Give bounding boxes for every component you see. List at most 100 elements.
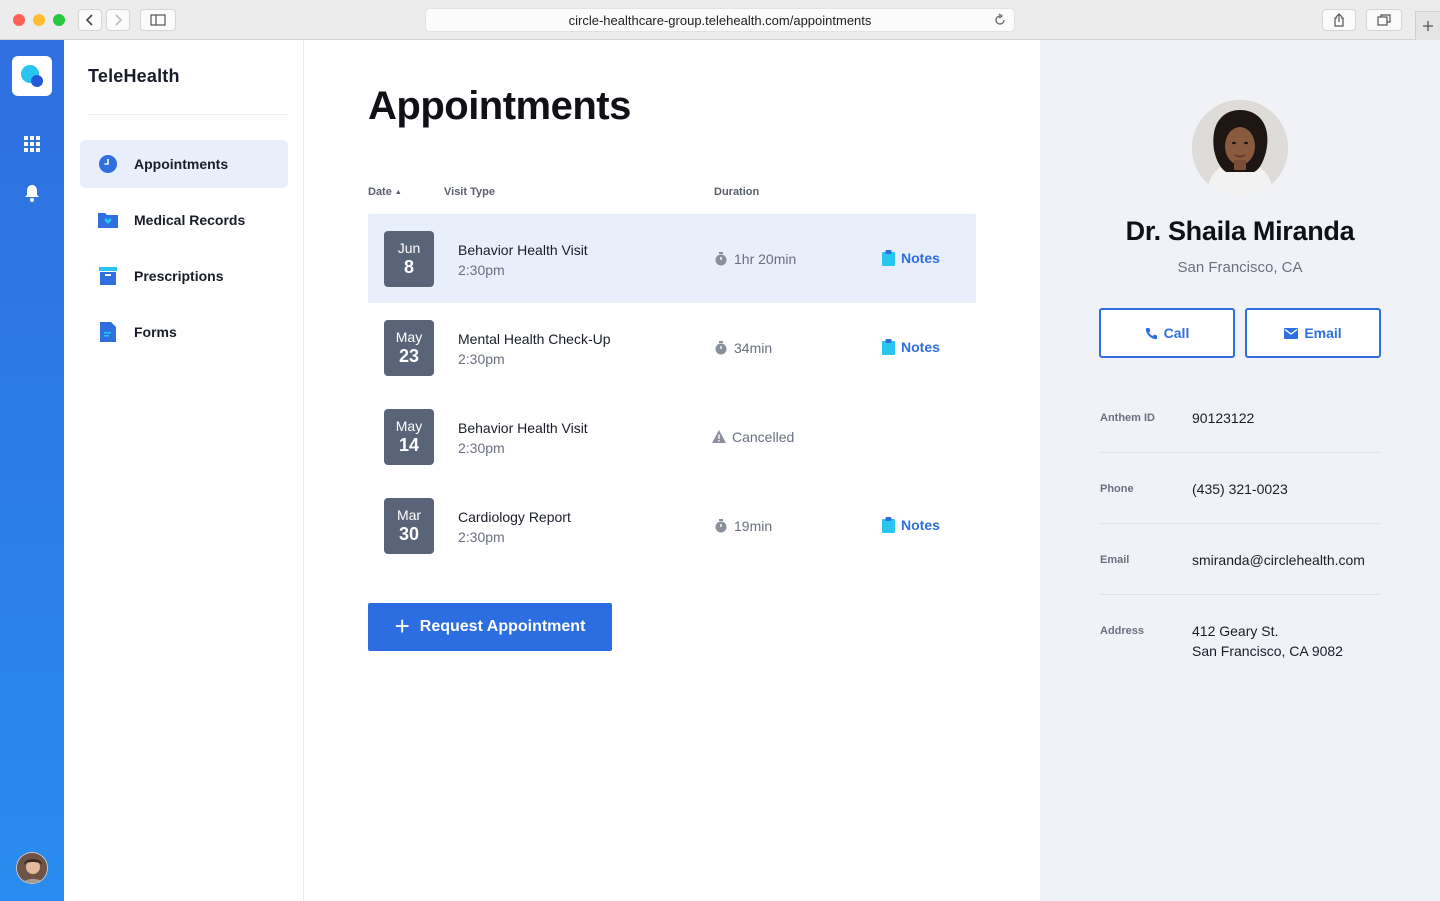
address-line-2: San Francisco, CA 9082 [1192,643,1343,659]
phone-icon [1145,327,1158,340]
visit-time: 2:30pm [458,351,505,367]
notes-label: Notes [901,339,940,355]
clock-icon [98,154,118,174]
app-logo[interactable] [12,56,52,96]
status-text: Cancelled [732,429,795,445]
tabs-icon [1377,14,1391,26]
divider [88,114,288,115]
appointment-row[interactable]: May 14 Behavior Health Visit 2:30pm Canc… [368,392,976,481]
duration: 1hr 20min [714,251,796,267]
duration: 34min [714,340,772,356]
document-icon [98,322,118,342]
sidebar-item-appointments[interactable]: Appointments [80,140,288,188]
duration-text: 34min [734,340,773,356]
visit-type: Mental Health Check-Up [458,331,611,347]
bell-icon[interactable] [22,183,42,203]
close-window-button[interactable] [13,14,25,26]
appointment-row[interactable]: Jun 8 Behavior Health Visit 2:30pm 1hr 2… [368,214,976,303]
notes-label: Notes [901,250,940,266]
stopwatch-icon [714,341,728,355]
date-month: Mar [396,507,422,523]
minimize-window-button[interactable] [33,14,45,26]
plus-icon: + [394,611,410,641]
clipboard-icon [882,339,895,355]
visit-type: Behavior Health Visit [458,420,588,436]
date-day: 23 [398,346,420,366]
url-text: circle-healthcare-group.telehealth.com/a… [568,12,872,28]
side-navigation: TeleHealth Appointments Medical Records … [64,40,304,901]
share-icon [1334,13,1344,27]
column-header-duration: Duration [714,186,760,198]
date-day: 8 [403,257,414,277]
stopwatch-icon [714,519,728,533]
sidebar-item-prescriptions[interactable]: Prescriptions [80,252,288,300]
phone-value: (435) 321-0023 [1192,481,1288,497]
icon-rail [0,40,64,901]
clipboard-icon [882,517,895,533]
user-avatar[interactable] [16,852,48,884]
address-line-1: 412 Geary St. [1192,623,1279,639]
notes-button[interactable]: Notes [882,339,940,355]
brand-title: TeleHealth [88,66,180,86]
anthem-id-value: 90123122 [1192,410,1255,426]
sidebar-item-medical-records[interactable]: Medical Records [80,196,288,244]
duration-text: 19min [734,518,773,534]
sort-ascending-icon: ▲ [394,189,402,196]
duration: 19min [714,518,772,534]
zoom-window-button[interactable] [53,14,65,26]
appointments-main: Appointments Date ▲ Visit Type Duration J… [304,40,1040,901]
date-day: 30 [398,524,420,544]
address-bar[interactable]: circle-healthcare-group.telehealth.com/a… [425,8,1015,32]
call-label: Call [1163,325,1190,341]
sidebar-icon [150,14,166,26]
address-label: Address [1100,625,1145,637]
notes-button[interactable]: Notes [882,517,940,533]
visit-time: 2:30pm [458,529,505,545]
email-label: Email [1304,325,1342,341]
visit-type: Cardiology Report [458,509,571,525]
sidebar-item-label: Forms [134,324,177,340]
plus-icon [1423,21,1433,31]
sidebar-item-forms[interactable]: Forms [80,308,288,356]
request-appointment-button[interactable]: + Request Appointment [368,603,612,651]
date-badge: Mar 30 [384,498,434,554]
notes-label: Notes [901,517,940,533]
sidebar-toggle-button[interactable] [140,9,176,31]
sidebar-item-label: Appointments [134,156,229,172]
visit-time: 2:30pm [458,440,505,456]
apps-grid-icon[interactable] [22,134,42,154]
chevron-left-icon [85,14,93,26]
request-appointment-label: Request Appointment [419,618,586,635]
share-button[interactable] [1322,9,1356,31]
appointment-row[interactable]: May 23 Mental Health Check-Up 2:30pm 34m… [368,303,976,392]
appointment-row[interactable]: Mar 30 Cardiology Report 2:30pm 19min No… [368,481,976,570]
date-badge: May 23 [384,320,434,376]
doctor-name: Dr. Shaila Miranda [1125,216,1355,246]
browser-toolbar: circle-healthcare-group.telehealth.com/a… [0,0,1440,40]
new-tab-button[interactable] [1415,11,1440,40]
reload-icon[interactable] [994,13,1006,30]
duration: Cancelled [712,429,794,445]
clipboard-icon [882,250,895,266]
doctor-photo [1192,100,1288,196]
date-badge: Jun 8 [384,231,434,287]
envelope-icon [1284,327,1299,339]
column-header-date[interactable]: Date ▲ [368,186,402,198]
back-button[interactable] [78,9,102,31]
notes-button[interactable]: Notes [882,250,940,266]
divider [1100,523,1380,524]
anthem-id-label: Anthem ID [1100,412,1155,424]
date-day: 14 [398,435,420,455]
date-month: May [395,329,423,345]
duration-text: 1hr 20min [734,251,797,267]
doctor-location: San Francisco, CA [1177,259,1303,276]
email-button[interactable]: Email [1245,308,1381,358]
divider [1100,452,1380,453]
forward-button[interactable] [106,9,130,31]
doctor-panel: Dr. Shaila Miranda San Francisco, CA Cal… [1040,40,1440,901]
sidebar-item-label: Medical Records [134,212,246,228]
stopwatch-icon [714,252,728,266]
chevron-right-icon [115,14,123,26]
call-button[interactable]: Call [1099,308,1235,358]
tabs-overview-button[interactable] [1366,9,1402,31]
